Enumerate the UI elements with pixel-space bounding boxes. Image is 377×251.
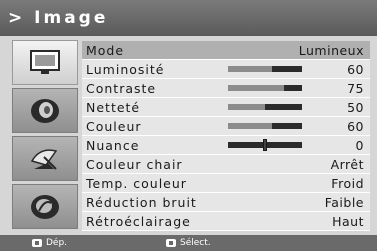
row-label: Contraste	[86, 81, 157, 96]
help-bar: Dép. Sélect.	[0, 235, 377, 251]
move-hint-label: Dép.	[46, 238, 68, 248]
row-value: 50	[347, 100, 364, 115]
tab-setup[interactable]	[12, 184, 78, 229]
sound-icon	[27, 95, 63, 127]
level-bar[interactable]	[228, 104, 302, 110]
picture-icon	[28, 49, 62, 77]
tab-channel[interactable]	[12, 136, 78, 181]
leftright-key-icon	[166, 239, 176, 247]
row-couleur-chair[interactable]: Couleur chair Arrêt	[82, 155, 370, 174]
row-label: Luminosité	[86, 62, 165, 77]
row-mode[interactable]: Mode Lumineux	[82, 41, 370, 60]
picture-menu-screen: > Image Mode Lumineux Luminosité 60 Cont…	[0, 0, 377, 251]
row-reduction-bruit[interactable]: Réduction bruit Faible	[82, 193, 370, 212]
select-hint: Sélect.	[166, 235, 211, 251]
level-bar[interactable]	[228, 85, 302, 91]
row-label: Nuance	[86, 138, 140, 153]
row-label: Couleur	[86, 119, 142, 134]
row-label: Mode	[86, 43, 125, 58]
select-hint-label: Sélect.	[180, 238, 211, 248]
row-value: 60	[347, 62, 364, 77]
row-nuance[interactable]: Nuance 0	[82, 136, 370, 155]
tab-picture[interactable]	[12, 40, 78, 85]
row-label: Netteté	[86, 100, 141, 115]
row-label: Temp. couleur	[86, 176, 187, 191]
row-contraste[interactable]: Contraste 75	[82, 79, 370, 98]
row-luminosite[interactable]: Luminosité 60	[82, 60, 370, 79]
menu-title: > Image	[0, 0, 377, 36]
tab-sound[interactable]	[12, 88, 78, 133]
row-label: Réduction bruit	[86, 195, 197, 210]
level-bar[interactable]	[228, 66, 302, 72]
row-couleur[interactable]: Couleur 60	[82, 117, 370, 136]
setup-icon	[27, 191, 63, 223]
level-bar[interactable]	[228, 123, 302, 129]
row-label: Rétroéclairage	[86, 214, 191, 229]
row-value: Arrêt	[330, 157, 364, 172]
row-value: Haut	[332, 214, 364, 229]
satellite-dish-icon	[26, 143, 64, 175]
row-value: Froid	[331, 176, 364, 191]
balance-bar[interactable]	[228, 139, 302, 151]
row-label: Couleur chair	[86, 157, 183, 172]
updown-key-icon	[32, 239, 42, 247]
row-value: 60	[347, 119, 364, 134]
move-hint: Dép.	[32, 235, 67, 251]
row-value: 0	[355, 138, 364, 153]
row-temp-couleur[interactable]: Temp. couleur Froid	[82, 174, 370, 193]
row-value: Faible	[324, 195, 364, 210]
row-nettete[interactable]: Netteté 50	[82, 98, 370, 117]
row-retroeclairage[interactable]: Rétroéclairage Haut	[82, 212, 370, 231]
category-sidebar	[12, 40, 78, 230]
row-value: 75	[347, 81, 364, 96]
row-value: Lumineux	[298, 43, 364, 58]
picture-settings-list: Mode Lumineux Luminosité 60 Contraste 75…	[82, 41, 370, 231]
balance-marker[interactable]	[263, 139, 267, 151]
